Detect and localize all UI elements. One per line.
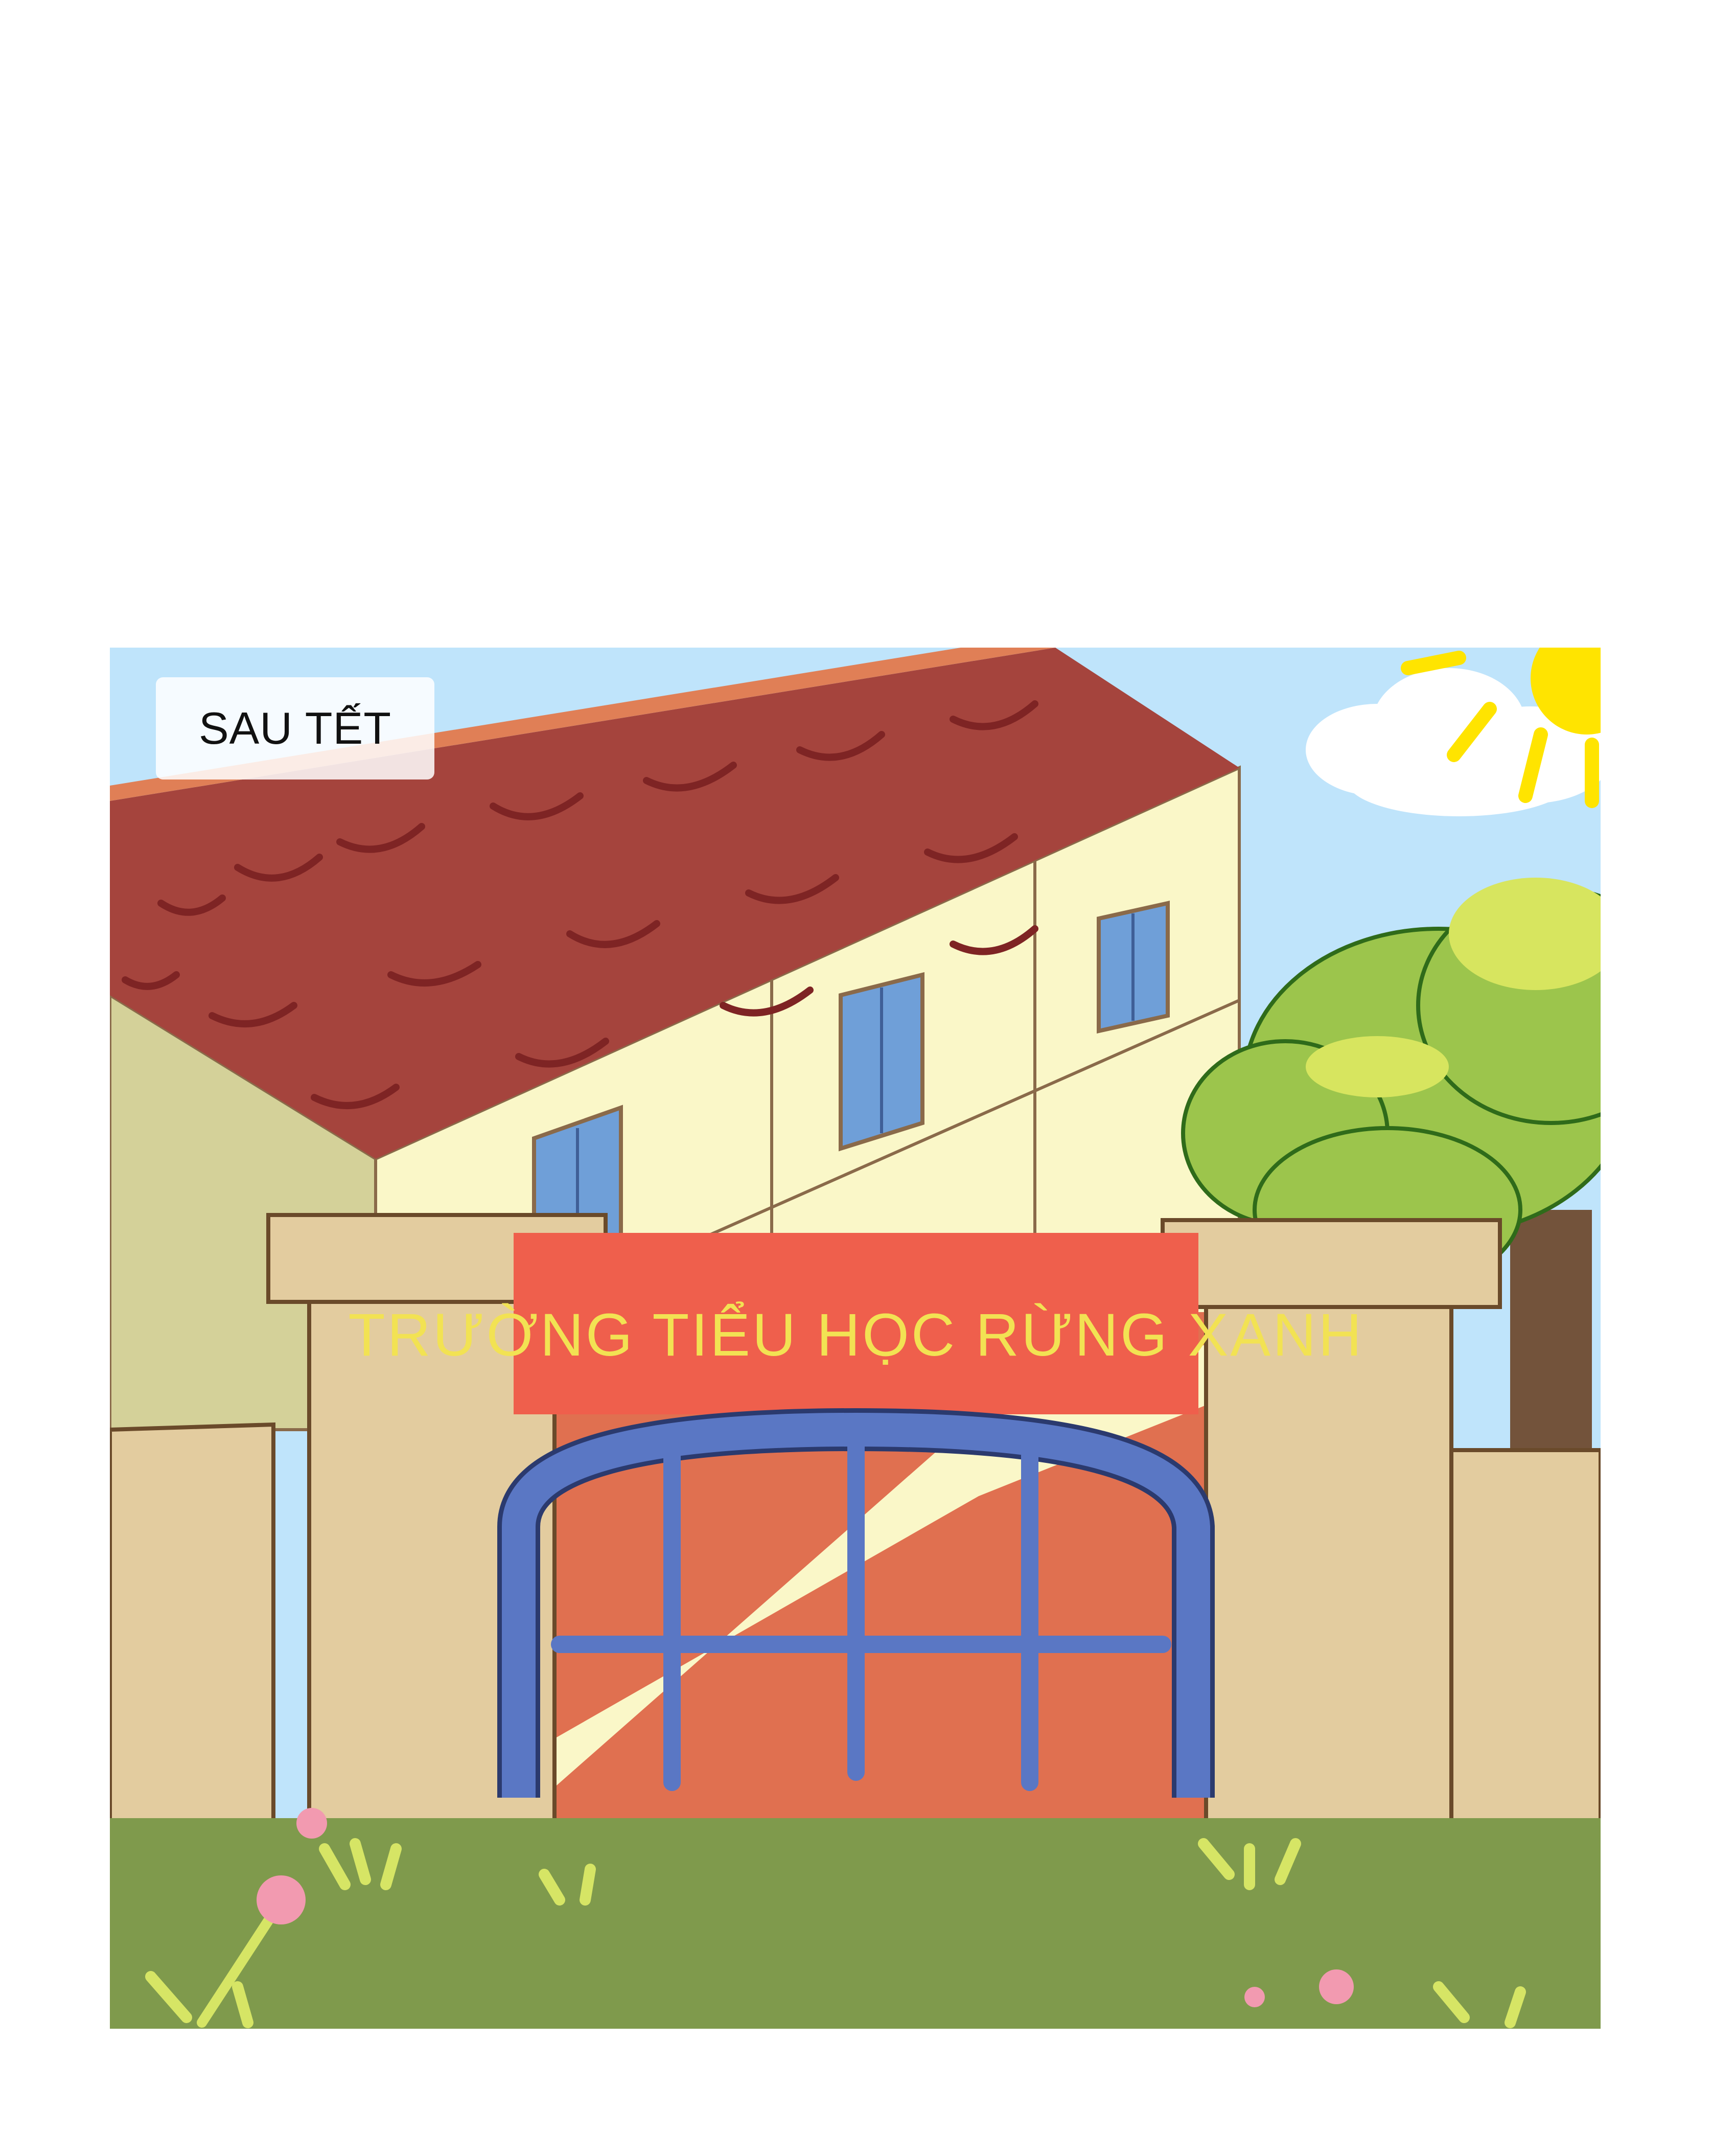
caption-box: SAU TẾT <box>156 677 434 779</box>
caption-text: SAU TẾT <box>198 703 391 753</box>
school-gate-illustration: TRƯỜNG TIỂU HỌC RỪNG XANH <box>110 648 1601 2029</box>
sign-text: TRƯỜNG TIỂU HỌC RỪNG XANH <box>348 1301 1363 1369</box>
left-wall <box>110 1422 275 1825</box>
comic-panel: TRƯỜNG TIỂU HỌC RỪNG XANH SAU TẾT <box>110 648 1601 2029</box>
right-wall <box>1437 1448 1601 1825</box>
grass <box>110 1818 1601 2029</box>
